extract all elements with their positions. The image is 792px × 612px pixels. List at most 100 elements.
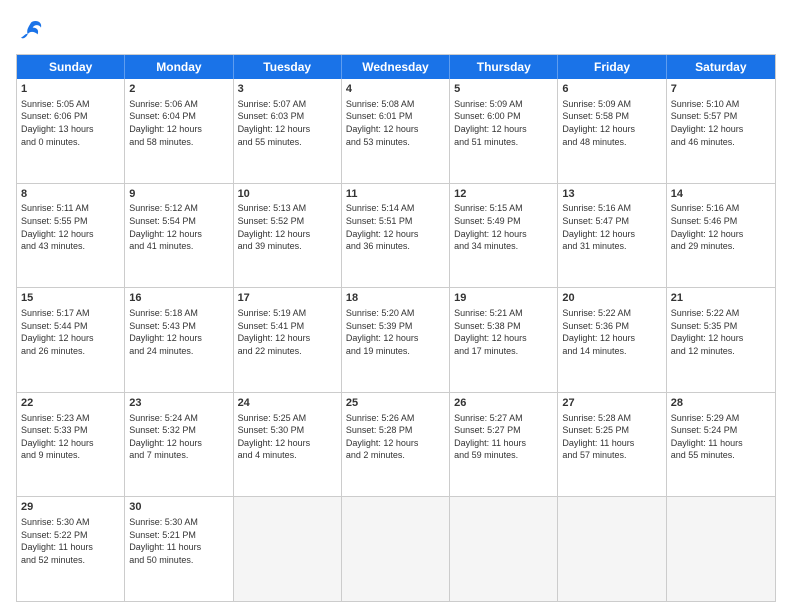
cell-line: Sunrise: 5:29 AM — [671, 412, 771, 425]
cell-line: Sunset: 5:33 PM — [21, 424, 120, 437]
cell-line: Sunset: 5:58 PM — [562, 110, 661, 123]
cell-line: Sunrise: 5:17 AM — [21, 307, 120, 320]
day-number: 10 — [238, 187, 337, 202]
header-friday: Friday — [558, 55, 666, 79]
day-number: 9 — [129, 187, 228, 202]
day-number: 28 — [671, 396, 771, 411]
cell-line: Sunset: 6:00 PM — [454, 110, 553, 123]
day-number: 7 — [671, 82, 771, 97]
header-tuesday: Tuesday — [234, 55, 342, 79]
cell-line: Daylight: 11 hours — [562, 437, 661, 450]
cell-line: and 48 minutes. — [562, 136, 661, 149]
day-number: 30 — [129, 500, 228, 515]
cal-cell-17: 17Sunrise: 5:19 AMSunset: 5:41 PMDayligh… — [234, 288, 342, 392]
cell-line: Daylight: 11 hours — [129, 541, 228, 554]
cell-line: Daylight: 12 hours — [238, 332, 337, 345]
cell-line: Daylight: 12 hours — [562, 332, 661, 345]
cell-line: and 7 minutes. — [129, 449, 228, 462]
cell-line: Sunrise: 5:12 AM — [129, 202, 228, 215]
day-number: 23 — [129, 396, 228, 411]
cell-line: Sunrise: 5:18 AM — [129, 307, 228, 320]
day-number: 25 — [346, 396, 445, 411]
day-number: 8 — [21, 187, 120, 202]
cell-line: Sunrise: 5:15 AM — [454, 202, 553, 215]
cell-line: and 51 minutes. — [454, 136, 553, 149]
cell-line: Daylight: 12 hours — [129, 437, 228, 450]
cal-cell-14: 14Sunrise: 5:16 AMSunset: 5:46 PMDayligh… — [667, 184, 775, 288]
cal-cell-6: 6Sunrise: 5:09 AMSunset: 5:58 PMDaylight… — [558, 79, 666, 183]
cell-line: and 41 minutes. — [129, 240, 228, 253]
week-row-2: 8Sunrise: 5:11 AMSunset: 5:55 PMDaylight… — [17, 183, 775, 288]
cell-line: Sunset: 5:44 PM — [21, 320, 120, 333]
day-number: 13 — [562, 187, 661, 202]
cell-line: and 19 minutes. — [346, 345, 445, 358]
cell-line: Sunset: 5:27 PM — [454, 424, 553, 437]
cell-line: and 55 minutes. — [238, 136, 337, 149]
cell-line: Daylight: 12 hours — [454, 228, 553, 241]
day-number: 4 — [346, 82, 445, 97]
cal-cell-12: 12Sunrise: 5:15 AMSunset: 5:49 PMDayligh… — [450, 184, 558, 288]
cell-line: Daylight: 12 hours — [238, 228, 337, 241]
day-number: 27 — [562, 396, 661, 411]
cell-line: Daylight: 12 hours — [346, 332, 445, 345]
cell-line: Sunrise: 5:22 AM — [562, 307, 661, 320]
cell-line: Daylight: 11 hours — [454, 437, 553, 450]
cal-cell-2: 2Sunrise: 5:06 AMSunset: 6:04 PMDaylight… — [125, 79, 233, 183]
cal-cell-9: 9Sunrise: 5:12 AMSunset: 5:54 PMDaylight… — [125, 184, 233, 288]
cell-line: Sunrise: 5:19 AM — [238, 307, 337, 320]
cell-line: Sunset: 5:54 PM — [129, 215, 228, 228]
cell-line: Sunrise: 5:23 AM — [21, 412, 120, 425]
cal-cell-29: 29Sunrise: 5:30 AMSunset: 5:22 PMDayligh… — [17, 497, 125, 601]
calendar: SundayMondayTuesdayWednesdayThursdayFrid… — [16, 54, 776, 602]
day-number: 26 — [454, 396, 553, 411]
cell-line: and 53 minutes. — [346, 136, 445, 149]
cell-line: and 50 minutes. — [129, 554, 228, 567]
cell-line: Sunrise: 5:05 AM — [21, 98, 120, 111]
cell-line: and 36 minutes. — [346, 240, 445, 253]
cell-line: Sunrise: 5:14 AM — [346, 202, 445, 215]
cell-line: and 12 minutes. — [671, 345, 771, 358]
cell-line: Sunrise: 5:07 AM — [238, 98, 337, 111]
cal-cell-21: 21Sunrise: 5:22 AMSunset: 5:35 PMDayligh… — [667, 288, 775, 392]
cell-line: Sunrise: 5:09 AM — [562, 98, 661, 111]
cal-cell-28: 28Sunrise: 5:29 AMSunset: 5:24 PMDayligh… — [667, 393, 775, 497]
cell-line: Sunrise: 5:30 AM — [21, 516, 120, 529]
cell-line: and 31 minutes. — [562, 240, 661, 253]
day-number: 14 — [671, 187, 771, 202]
cell-line: Sunrise: 5:10 AM — [671, 98, 771, 111]
day-number: 19 — [454, 291, 553, 306]
cell-line: Daylight: 12 hours — [21, 332, 120, 345]
cell-line: Daylight: 12 hours — [346, 437, 445, 450]
cell-line: Daylight: 12 hours — [562, 228, 661, 241]
cell-line: Sunset: 5:43 PM — [129, 320, 228, 333]
calendar-body: 1Sunrise: 5:05 AMSunset: 6:06 PMDaylight… — [17, 79, 775, 601]
cal-cell-16: 16Sunrise: 5:18 AMSunset: 5:43 PMDayligh… — [125, 288, 233, 392]
day-number: 1 — [21, 82, 120, 97]
cell-line: Sunrise: 5:08 AM — [346, 98, 445, 111]
cell-line: Daylight: 12 hours — [671, 123, 771, 136]
cell-line: Daylight: 12 hours — [671, 332, 771, 345]
cell-line: Daylight: 12 hours — [129, 332, 228, 345]
cell-line: Sunset: 5:57 PM — [671, 110, 771, 123]
logo — [16, 16, 50, 46]
cal-cell-4: 4Sunrise: 5:08 AMSunset: 6:01 PMDaylight… — [342, 79, 450, 183]
week-row-1: 1Sunrise: 5:05 AMSunset: 6:06 PMDaylight… — [17, 79, 775, 183]
cell-line: Sunrise: 5:20 AM — [346, 307, 445, 320]
cell-line: Daylight: 12 hours — [129, 228, 228, 241]
cell-line: Daylight: 12 hours — [346, 123, 445, 136]
cell-line: Sunrise: 5:28 AM — [562, 412, 661, 425]
day-number: 12 — [454, 187, 553, 202]
cal-cell-empty-4 — [450, 497, 558, 601]
cell-line: Sunset: 5:25 PM — [562, 424, 661, 437]
day-number: 22 — [21, 396, 120, 411]
day-number: 16 — [129, 291, 228, 306]
day-number: 18 — [346, 291, 445, 306]
cell-line: Daylight: 11 hours — [671, 437, 771, 450]
cell-line: Sunset: 5:51 PM — [346, 215, 445, 228]
cell-line: and 4 minutes. — [238, 449, 337, 462]
day-number: 11 — [346, 187, 445, 202]
header-monday: Monday — [125, 55, 233, 79]
day-number: 2 — [129, 82, 228, 97]
cell-line: and 0 minutes. — [21, 136, 120, 149]
cell-line: Sunrise: 5:22 AM — [671, 307, 771, 320]
